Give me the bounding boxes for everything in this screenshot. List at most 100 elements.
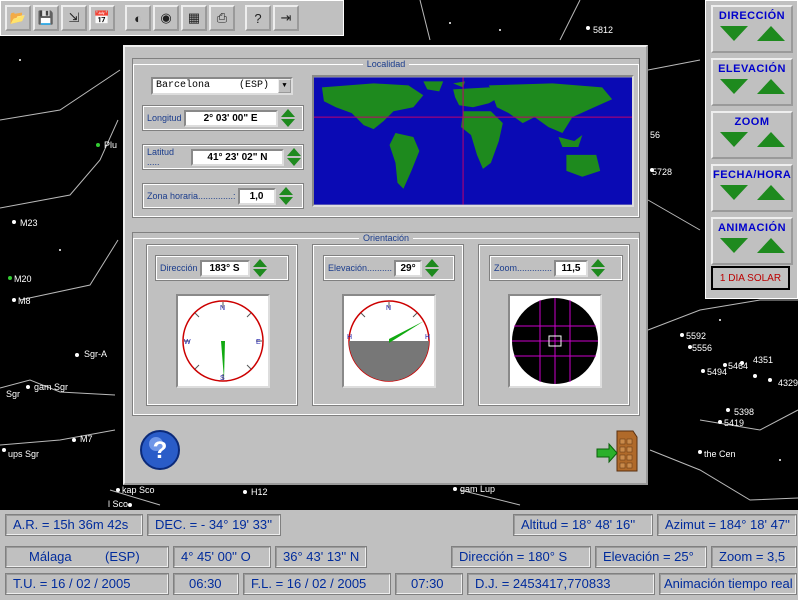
declination: DEC. = - 34° 19' 33''	[147, 514, 281, 536]
location-latitude: 36° 43' 13'' N	[275, 546, 367, 568]
zoom-spinner[interactable]	[591, 259, 606, 277]
control-arrows	[713, 185, 791, 200]
control-group-label: ANIMACIÓN	[717, 222, 787, 234]
exit-door-icon	[596, 430, 638, 472]
sky-label: 5419	[724, 418, 744, 428]
longitude-label: Longitud	[147, 113, 182, 123]
direction-compass[interactable]: N S E W	[176, 294, 270, 388]
arrow-up-icon[interactable]	[756, 185, 785, 200]
import-icon[interactable]: ⇲	[61, 5, 87, 31]
arrow-down-icon[interactable]	[719, 238, 748, 253]
latitude-spinner[interactable]	[287, 148, 302, 166]
arrow-up-icon[interactable]	[756, 238, 785, 253]
elevation-field: Elevación.......... 29°	[323, 255, 455, 281]
help-icon: ?	[153, 437, 168, 464]
sky-label: 5494	[707, 367, 727, 377]
control-arrows	[713, 26, 791, 41]
timezone-spinner[interactable]	[278, 187, 294, 205]
orientation-legend: Orientación	[362, 233, 410, 243]
ut-time: 06:30	[173, 573, 239, 595]
sky-label: M7	[80, 434, 93, 444]
sky-label: 5398	[734, 407, 754, 417]
direction-field: Dirección 183° S	[155, 255, 289, 281]
arrow-up-icon[interactable]	[756, 26, 785, 41]
sky-label: 5728	[652, 167, 672, 177]
latitude-label: Latitud .....	[147, 147, 175, 167]
zoom-input[interactable]: 11,5	[554, 259, 589, 277]
location-country: (ESP)	[105, 549, 140, 564]
calendar-icon[interactable]: 📅	[89, 5, 115, 31]
right-ascension: A.R. = 15h 36m 42s	[5, 514, 143, 536]
sky-label: 56	[650, 130, 660, 140]
exit-icon[interactable]: ⇥	[273, 5, 299, 31]
longitude-field: Longitud 2° 03' 00" E	[142, 105, 304, 131]
altitude: Altitud = 18° 48' 16''	[513, 514, 653, 536]
arrow-down-icon[interactable]	[719, 132, 748, 147]
location-dialog: Localidad Barcelona (ESP) ▼ Longitud 2° …	[123, 45, 648, 485]
city-select[interactable]: Barcelona (ESP) ▼	[151, 77, 293, 95]
chevron-down-icon[interactable]: ▼	[278, 79, 291, 93]
arrow-down-icon[interactable]	[719, 185, 748, 200]
control-group-4: ANIMACIÓN	[711, 217, 793, 265]
animation-mode: Animación tiempo real	[659, 573, 797, 595]
sky-label: gam Lup	[460, 484, 495, 494]
location-city: Málaga	[29, 549, 72, 564]
arrow-up-icon[interactable]	[756, 132, 785, 147]
arrow-down-icon[interactable]	[719, 26, 748, 41]
sky-label: 5464	[728, 361, 748, 371]
city-country: (ESP)	[239, 80, 270, 91]
control-group-2: ZOOM	[711, 111, 793, 159]
elevation-input[interactable]: 29°	[394, 259, 423, 277]
save-disk-icon[interactable]: 💾	[33, 5, 59, 31]
view-zoom: Zoom = 3,5	[711, 546, 797, 568]
one-solar-day-button[interactable]: 1 DIA SOLAR	[711, 266, 790, 290]
control-group-1: ELEVACIÓN	[711, 58, 793, 106]
zoom-gauge[interactable]	[508, 294, 602, 388]
elevation-spinner[interactable]	[425, 259, 440, 277]
help-icon[interactable]: ?	[245, 5, 271, 31]
print-icon[interactable]: ⎙	[209, 5, 235, 31]
sky-label: Plu	[104, 140, 117, 150]
arrow-up-icon[interactable]	[756, 79, 785, 94]
direction-spinner[interactable]	[252, 259, 268, 277]
control-arrows	[713, 132, 791, 147]
world-map[interactable]	[312, 75, 634, 207]
control-panel: DIRECCIÓN ELEVACIÓN ZOOM FECHA/HORA ANIMACIÓ…	[705, 0, 798, 299]
sky-label: kap Sco	[122, 485, 155, 495]
sky-label: Sgr	[6, 389, 20, 399]
zoom-label: Zoom..............	[494, 263, 553, 273]
timezone-field: Zona horaria..............: 1,0	[142, 183, 304, 209]
elevation-horizon-right-letter: H	[425, 334, 430, 341]
local-date: F.L. = 16 / 02 / 2005	[243, 573, 391, 595]
direction-panel: Dirección 183° S N S E W	[146, 244, 298, 406]
timezone-input[interactable]: 1,0	[237, 187, 276, 205]
open-folder-icon[interactable]: 📂	[5, 5, 31, 31]
control-group-label: ELEVACIÓN	[718, 63, 786, 75]
arrow-down-icon[interactable]	[719, 79, 748, 94]
moon-phase-icon[interactable]: ◐	[125, 5, 151, 31]
sky-label: ups Sgr	[8, 449, 39, 459]
julian-day: D.J. = 2453417,770833	[467, 573, 655, 595]
longitude-spinner[interactable]	[280, 109, 296, 127]
longitude-input[interactable]: 2° 03' 00" E	[183, 109, 278, 127]
sky-label: 5592	[686, 331, 706, 341]
exit-button[interactable]	[595, 429, 640, 473]
catalog-icon[interactable]: ▦	[181, 5, 207, 31]
control-group-label: DIRECCIÓN	[718, 10, 786, 22]
zoom-field: Zoom.............. 11,5	[489, 255, 623, 281]
location-name: Málaga (ESP)	[5, 546, 169, 568]
sky-label: H12	[251, 487, 268, 497]
direction-input[interactable]: 183° S	[199, 259, 250, 277]
sky-label: 5556	[692, 343, 712, 353]
control-group-3: FECHA/HORA	[711, 164, 793, 212]
elevation-gauge[interactable]: N H H	[342, 294, 436, 388]
binoculars-icon[interactable]: ◉	[153, 5, 179, 31]
help-button[interactable]: ?	[139, 429, 181, 471]
sky-label: 4351	[753, 355, 773, 365]
view-direction: Dirección = 180° S	[451, 546, 591, 568]
control-group-label: ZOOM	[734, 116, 770, 128]
timezone-label: Zona horaria..............:	[147, 191, 236, 201]
sky-label: 5812	[593, 25, 613, 35]
latitude-input[interactable]: 41° 23' 02" N	[190, 148, 285, 166]
sky-label: l Sco	[108, 499, 128, 509]
